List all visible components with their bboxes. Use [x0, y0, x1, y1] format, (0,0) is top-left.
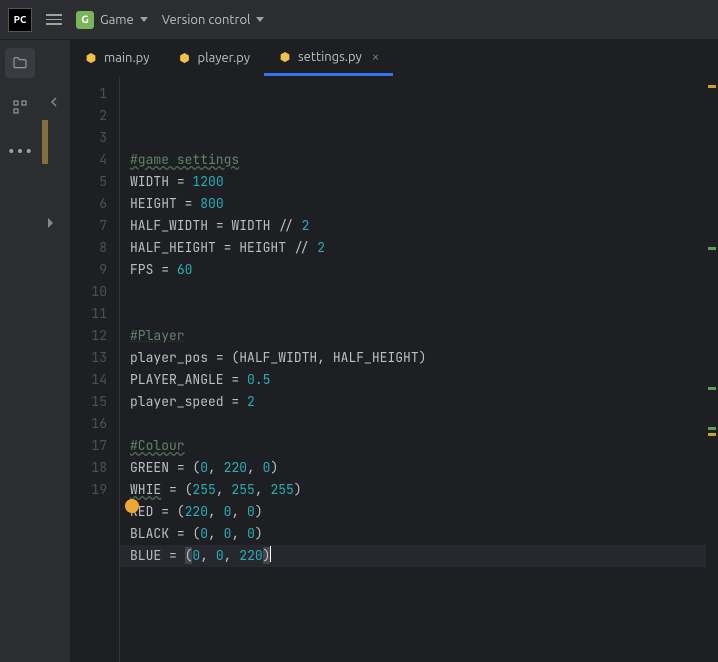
code-line[interactable]: #game settings [130, 149, 696, 171]
structure-icon [12, 99, 28, 115]
line-number: 7 [70, 215, 107, 237]
code-line[interactable]: HEIGHT = 800 [130, 193, 696, 215]
line-number: 11 [70, 303, 107, 325]
code-line[interactable]: player_pos = (HALF_WIDTH, HALF_HEIGHT) [130, 347, 696, 369]
line-number: 9 [70, 259, 107, 281]
python-icon: ⬢ [178, 51, 192, 65]
close-icon[interactable]: × [368, 50, 379, 64]
line-number: 19 [70, 479, 107, 501]
chevron-down-icon [256, 17, 264, 22]
code-line[interactable]: WIDTH = 1200 [130, 171, 696, 193]
code-editor[interactable]: #game settingsWIDTH = 1200HEIGHT = 800HA… [120, 77, 706, 662]
line-number: 13 [70, 347, 107, 369]
editor-tab[interactable]: ⬢ settings.py × [264, 40, 393, 76]
code-line[interactable]: FPS = 60 [130, 259, 696, 281]
chevron-down-icon [140, 17, 148, 22]
intention-bulb-icon[interactable] [125, 499, 139, 513]
scrollbar-mark[interactable] [708, 247, 716, 250]
structure-tool-button[interactable] [5, 92, 35, 122]
line-number: 8 [70, 237, 107, 259]
vcs-label: Version control [162, 13, 251, 27]
code-line[interactable] [130, 413, 696, 435]
tab-label: settings.py [298, 50, 362, 64]
tab-label: main.py [104, 51, 150, 65]
line-number-gutter: 12345678910111213141516171819 [70, 77, 120, 662]
line-number: 5 [70, 171, 107, 193]
line-number: 1 [70, 83, 107, 105]
project-tool-button[interactable] [5, 48, 35, 78]
code-line[interactable] [130, 303, 696, 325]
code-line[interactable]: BLACK = (0, 0, 0) [130, 523, 696, 545]
tool-window-bar [0, 40, 40, 662]
editor-tab[interactable]: ⬢ main.py [70, 40, 164, 76]
app-logo: PC [8, 8, 32, 32]
title-bar: PC G Game Version control [0, 0, 718, 40]
scrollbar-mark[interactable] [708, 387, 716, 390]
code-line[interactable]: BLUE = (0, 0, 220) [120, 545, 706, 567]
line-number: 6 [70, 193, 107, 215]
project-dropdown[interactable]: G Game [76, 11, 148, 29]
collapse-icon[interactable] [48, 96, 60, 111]
line-number: 14 [70, 369, 107, 391]
line-number: 3 [70, 127, 107, 149]
project-name: Game [100, 13, 134, 27]
code-line[interactable]: HALF_HEIGHT = HEIGHT // 2 [130, 237, 696, 259]
code-line[interactable]: HALF_WIDTH = WIDTH // 2 [130, 215, 696, 237]
line-number: 10 [70, 281, 107, 303]
code-line[interactable]: WHIE = (255, 255, 255) [130, 479, 696, 501]
scrollbar-mark[interactable] [708, 427, 716, 430]
editor-scrollbar[interactable] [706, 77, 718, 662]
line-number: 16 [70, 413, 107, 435]
line-number: 15 [70, 391, 107, 413]
editor-tab[interactable]: ⬢ player.py [164, 40, 265, 76]
change-marker [42, 120, 48, 164]
line-number: 17 [70, 435, 107, 457]
expand-icon[interactable] [48, 218, 53, 228]
main-menu-icon[interactable] [46, 14, 62, 25]
line-number: 12 [70, 325, 107, 347]
code-line[interactable]: #Colour [130, 435, 696, 457]
line-number: 18 [70, 457, 107, 479]
folder-icon [12, 55, 28, 71]
code-line[interactable]: GREEN = (0, 220, 0) [130, 457, 696, 479]
project-badge: G [76, 11, 94, 29]
line-number: 4 [70, 149, 107, 171]
vcs-dropdown[interactable]: Version control [162, 13, 265, 27]
line-number: 2 [70, 105, 107, 127]
code-line[interactable]: RED = (220, 0, 0) [130, 501, 696, 523]
python-icon: ⬢ [84, 51, 98, 65]
python-icon: ⬢ [278, 50, 292, 64]
dots-icon [5, 136, 35, 166]
breadcrumb-gutter [40, 40, 70, 662]
code-line[interactable]: player_speed = 2 [130, 391, 696, 413]
code-line[interactable] [130, 281, 696, 303]
more-tools-button[interactable] [5, 136, 35, 166]
scrollbar-mark[interactable] [708, 433, 716, 436]
editor-tabs: ⬢ main.py ⬢ player.py ⬢ settings.py × [70, 40, 718, 77]
code-line[interactable]: PLAYER_ANGLE = 0.5 [130, 369, 696, 391]
scrollbar-mark[interactable] [708, 85, 716, 88]
tab-label: player.py [198, 51, 251, 65]
code-line[interactable]: #Player [130, 325, 696, 347]
